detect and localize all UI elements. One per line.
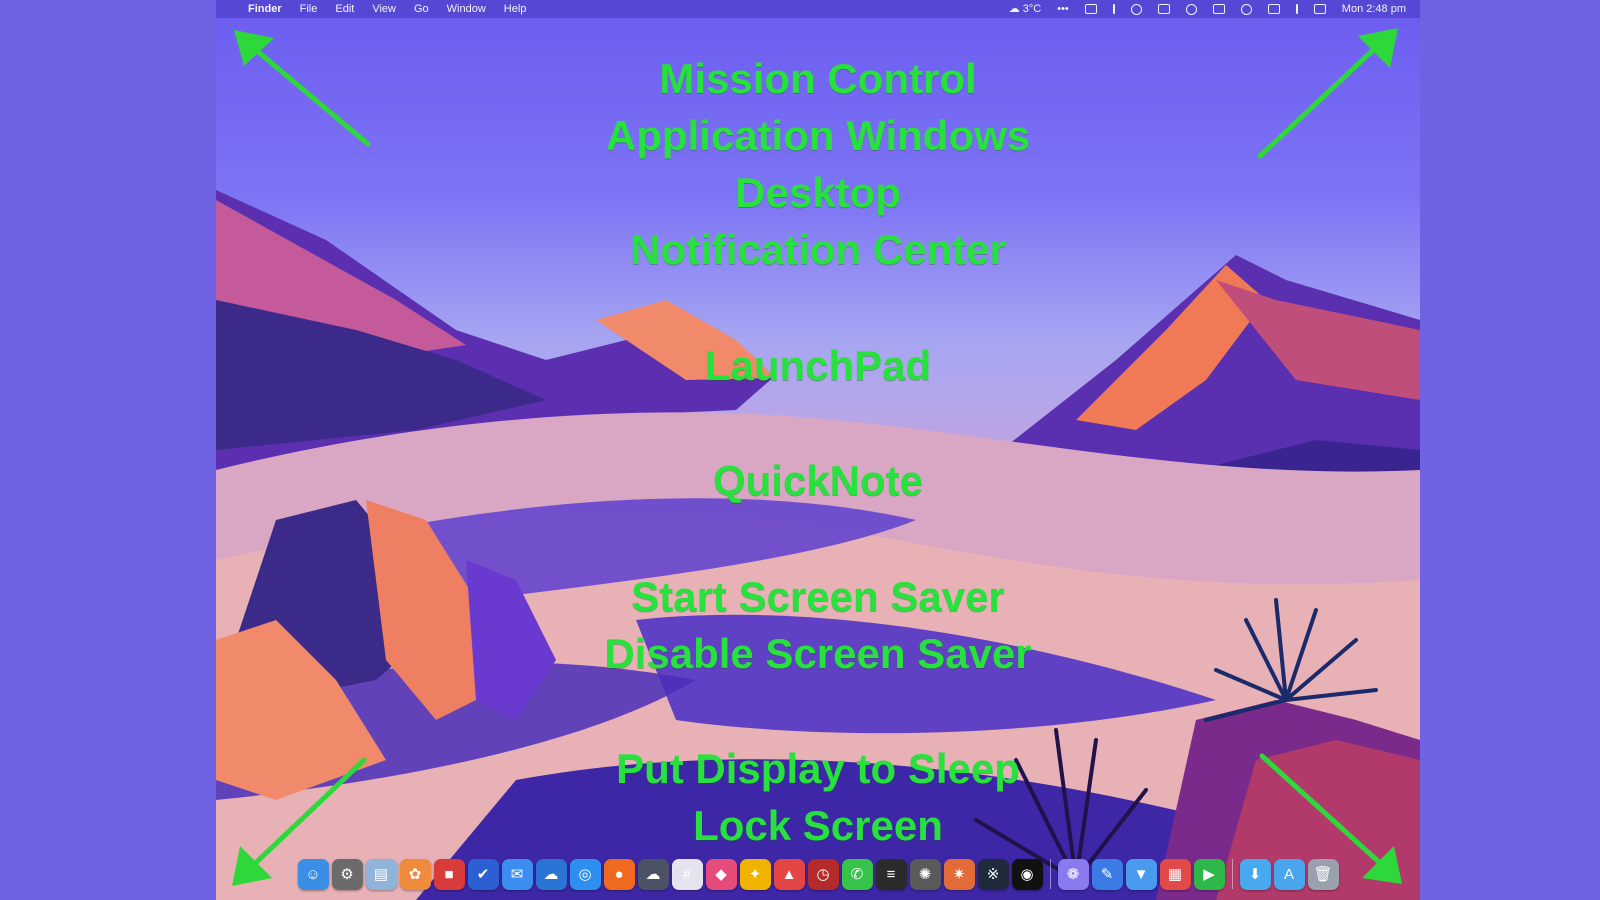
onedrive-icon[interactable]: ☁ bbox=[535, 858, 567, 890]
clock-app-icon[interactable]: ◷ bbox=[807, 858, 839, 890]
safari-icon[interactable]: ◎ bbox=[569, 858, 601, 890]
xcode-icon[interactable]: ✎ bbox=[1091, 858, 1123, 890]
dock-separator bbox=[1231, 859, 1233, 889]
desktop-screen: Finder File Edit View Go Window Help ☁ 3… bbox=[216, 0, 1420, 900]
facetime-icon[interactable]: ▶ bbox=[1193, 858, 1225, 890]
calendar-status-icon[interactable] bbox=[1267, 4, 1280, 14]
control-center-icon[interactable] bbox=[1313, 4, 1326, 14]
chat-app-icon[interactable]: ❁ bbox=[1057, 858, 1089, 890]
bottom-actions-list: Put Display to Sleep Lock Screen bbox=[216, 740, 1420, 854]
label-desktop: Desktop bbox=[735, 169, 901, 216]
label-lock-screen: Lock Screen bbox=[693, 802, 943, 849]
calculator-status-icon[interactable] bbox=[1157, 4, 1170, 14]
airmail-icon[interactable]: ◆ bbox=[705, 858, 737, 890]
menu-edit[interactable]: Edit bbox=[335, 0, 354, 18]
status-area: ☁ 3°C ••• Mon 2:48 pm bbox=[1009, 0, 1420, 18]
cloud-app-icon[interactable]: ☁ bbox=[637, 858, 669, 890]
menu-file[interactable]: File bbox=[300, 0, 318, 18]
slack-icon[interactable]: # bbox=[671, 858, 703, 890]
gift-app-icon[interactable]: ■ bbox=[433, 858, 465, 890]
screensaver-actions-list: Start Screen Saver Disable Screen Saver bbox=[216, 568, 1420, 682]
perplexity-icon[interactable]: ◉ bbox=[1011, 858, 1043, 890]
menu-window[interactable]: Window bbox=[447, 0, 486, 18]
display-status-icon[interactable] bbox=[1212, 4, 1225, 14]
chatgpt-icon[interactable]: ✺ bbox=[909, 858, 941, 890]
tes-icon[interactable]: ✦ bbox=[739, 858, 771, 890]
label-mission-control: Mission Control bbox=[659, 55, 977, 102]
mail-icon[interactable]: ✉ bbox=[501, 858, 533, 890]
top-right-arrow-icon bbox=[1257, 28, 1398, 159]
bottom-left-arrow-icon bbox=[232, 757, 367, 886]
label-notification-center: Notification Center bbox=[630, 226, 1006, 273]
network-status-icon[interactable] bbox=[1185, 3, 1197, 15]
top-left-arrow-icon bbox=[234, 30, 371, 147]
menu-bar: Finder File Edit View Go Window Help ☁ 3… bbox=[216, 0, 1420, 18]
label-put-display-to-sleep: Put Display to Sleep bbox=[616, 745, 1020, 792]
label-quicknote: QuickNote bbox=[712, 457, 924, 504]
top-corner-actions-list: Mission Control Application Windows Desk… bbox=[216, 50, 1420, 278]
clipboard-status-icon[interactable] bbox=[1084, 4, 1097, 14]
menu-left: Finder File Edit View Go Window Help bbox=[216, 0, 526, 18]
info-status-icon[interactable] bbox=[1130, 3, 1142, 15]
label-launchpad: LaunchPad bbox=[704, 342, 932, 389]
menu-clock[interactable]: Mon 2:48 pm bbox=[1342, 0, 1406, 18]
firefox-icon[interactable]: ● bbox=[603, 858, 635, 890]
calendar-grid-icon[interactable]: ▦ bbox=[1159, 858, 1191, 890]
photos-icon[interactable]: ✿ bbox=[399, 858, 431, 890]
label-application-windows: Application Windows bbox=[605, 112, 1031, 159]
bird-app-icon[interactable]: ▲ bbox=[773, 858, 805, 890]
label-start-screen-saver: Start Screen Saver bbox=[631, 573, 1005, 620]
butterfly-app-icon[interactable]: ※ bbox=[977, 858, 1009, 890]
terminal-icon[interactable]: ≡ bbox=[875, 858, 907, 890]
claude-icon[interactable]: ✷ bbox=[943, 858, 975, 890]
messages-icon[interactable]: ✆ bbox=[841, 858, 873, 890]
bottom-right-arrow-icon bbox=[1259, 753, 1402, 884]
tasks-icon[interactable]: ✔ bbox=[467, 858, 499, 890]
menu-help[interactable]: Help bbox=[504, 0, 527, 18]
wifi-icon[interactable] bbox=[1240, 3, 1252, 15]
menu-app-name[interactable]: Finder bbox=[248, 0, 282, 18]
weather-status[interactable]: ☁ 3°C bbox=[1009, 0, 1042, 18]
download-app-icon[interactable]: ▼ bbox=[1125, 858, 1157, 890]
dock-separator bbox=[1049, 859, 1051, 889]
label-disable-screen-saver: Disable Screen Saver bbox=[604, 630, 1032, 677]
dock: ☺ ⚙ ▤ ✿ ■ ✔ ✉ ☁ ◎ ● ☁ # ◆ ✦ ▲ ◷ ✆ ≡ ✺ ✷ ※ ◉ ❁ ✎ ▼ ▦ ▶ ⬇ A 🗑 bbox=[228, 852, 1408, 896]
pin-status-icon[interactable] bbox=[1112, 4, 1115, 14]
menu-view[interactable]: View bbox=[372, 0, 396, 18]
more-status-icon[interactable]: ••• bbox=[1057, 0, 1069, 18]
pause-status-icon[interactable] bbox=[1295, 4, 1298, 14]
menu-go[interactable]: Go bbox=[414, 0, 429, 18]
